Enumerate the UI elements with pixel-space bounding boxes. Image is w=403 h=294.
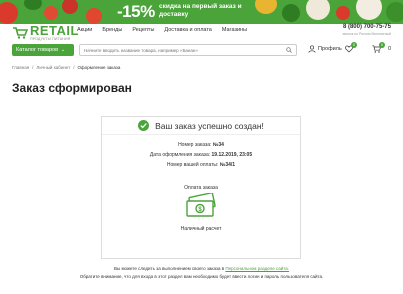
phone-number[interactable]: 8 (800) 700-75-75	[343, 24, 391, 30]
nav-item-delivery[interactable]: Доставка и оплата	[164, 27, 211, 33]
logo[interactable]: RETAIL	[30, 24, 79, 38]
promo-banner[interactable]: -15% скидка на первый заказ и доставку	[0, 0, 403, 24]
payment-number-value: №34/1	[219, 162, 236, 168]
cart-badge: 0	[379, 42, 385, 48]
personal-section-link[interactable]: Персональном разделе сайта.	[225, 266, 289, 271]
bowl-decoration	[356, 0, 382, 20]
bowl-decoration	[306, 0, 330, 20]
order-number-row: Номер заказа: №34	[102, 142, 300, 148]
order-date-row: Дата оформления заказа: 19.12.2019, 23:0…	[102, 152, 300, 158]
nav-item-promotions[interactable]: Акции	[77, 27, 92, 33]
payment-number-row: Номер вашей оплаты: №34/1	[102, 162, 300, 168]
breadcrumb-current: Оформление заказа	[77, 65, 121, 70]
order-number-value: №34	[212, 142, 224, 148]
cash-icon: $	[186, 193, 216, 217]
breadcrumb-separator: /	[32, 65, 34, 70]
main-nav: Акции Бренды Рецепты Доставка и оплата М…	[77, 27, 247, 33]
breadcrumb-separator: /	[73, 65, 75, 70]
tomato-decoration	[336, 6, 350, 20]
breadcrumb: Главная / Личный кабинет / Оформление за…	[12, 65, 120, 70]
order-date-label: Дата оформления заказа:	[149, 152, 211, 158]
order-number-label: Номер заказа:	[178, 142, 212, 148]
herb-decoration	[24, 0, 42, 10]
catalog-button[interactable]: Каталог товаров ⌄	[12, 44, 74, 56]
payment-label: Оплата заказа	[184, 185, 218, 191]
herb-decoration	[386, 2, 403, 22]
tomato-decoration	[62, 0, 78, 14]
search-input[interactable]	[79, 44, 297, 56]
search-icon[interactable]	[286, 47, 292, 53]
pepper-decoration	[255, 0, 277, 14]
nav-item-brands[interactable]: Бренды	[102, 27, 122, 33]
payment-method: Наличный расчет	[180, 226, 222, 232]
footer-text: Вы можете следить за выполнением своего …	[113, 266, 225, 271]
logo-icon[interactable]	[12, 25, 28, 39]
promo-discount: -15%	[117, 2, 155, 21]
herb-decoration	[282, 4, 300, 22]
phone-note: звонок по России бесплатный	[342, 32, 391, 36]
card-header: Ваш заказ успешно создан!	[102, 117, 300, 135]
promo-text: скидка на первый заказ и доставку	[159, 3, 242, 18]
logo-tagline: ПРОДУКТЫ ПИТАНИЯ	[30, 37, 71, 41]
footer-note-line1: Вы можете следить за выполнением своего …	[0, 266, 403, 271]
user-icon[interactable]	[308, 45, 316, 53]
tomato-decoration	[0, 2, 18, 24]
chevron-down-icon: ⌄	[61, 47, 66, 53]
check-circle-icon	[138, 120, 150, 131]
breadcrumb-account[interactable]: Личный кабинет	[36, 65, 70, 70]
tomato-decoration	[44, 6, 58, 20]
order-date-value: 19.12.2019, 23:05	[211, 152, 253, 158]
tomato-decoration	[86, 8, 102, 24]
profile-link[interactable]: Профиль	[318, 46, 342, 52]
breadcrumb-home[interactable]: Главная	[12, 65, 29, 70]
order-confirmation-card: Ваш заказ успешно создан! Номер заказа: …	[101, 116, 301, 259]
nav-item-stores[interactable]: Магазины	[222, 27, 247, 33]
nav-item-recipes[interactable]: Рецепты	[132, 27, 154, 33]
success-title: Ваш заказ успешно создан!	[155, 120, 264, 131]
favorites-badge: 0	[351, 42, 357, 48]
cart-count: 0	[388, 46, 392, 52]
payment-number-label: Номер вашей оплаты:	[166, 162, 219, 168]
catalog-label: Каталог товаров	[16, 47, 58, 53]
page-title: Заказ сформирован	[12, 81, 132, 95]
footer-note-line2: Обратите внимание, что для входа в этот …	[79, 274, 324, 279]
